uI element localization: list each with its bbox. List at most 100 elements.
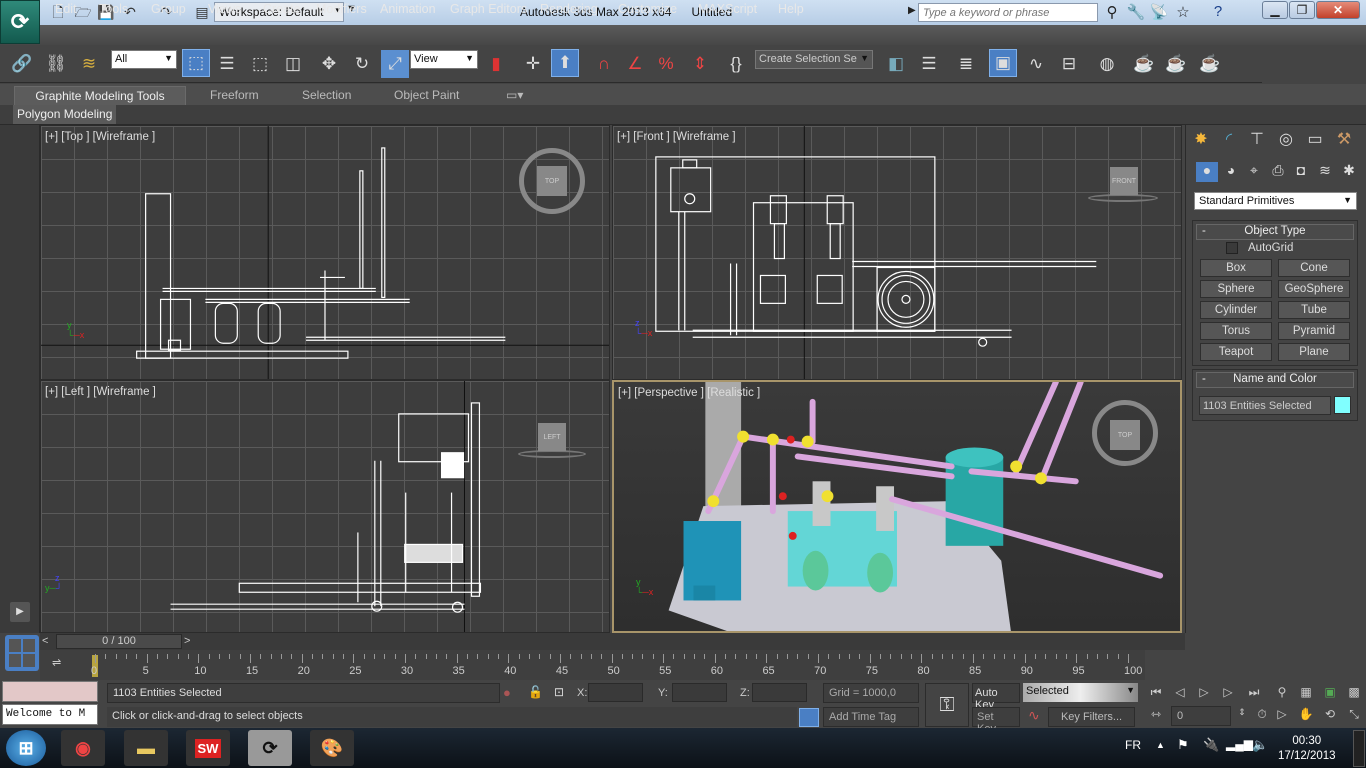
ribbon-options-icon[interactable]: ▭▾ (496, 86, 533, 106)
percent-snap-icon[interactable]: % (652, 50, 680, 78)
schematic-view-icon[interactable]: ⊟ (1055, 50, 1083, 78)
viewport-layout-button[interactable] (5, 635, 39, 671)
selection-filter-dropdown[interactable]: All (111, 50, 177, 69)
menu-maxscript[interactable]: MAXScript (698, 2, 757, 16)
create-icon[interactable]: ✸ (1187, 129, 1215, 153)
viewcube-ring[interactable] (1088, 194, 1158, 202)
plane-button[interactable]: Plane (1278, 343, 1350, 361)
scene-explorer-icon[interactable]: ▣ (989, 49, 1017, 77)
3dsmax-taskbar-icon[interactable]: ⟳ (248, 730, 292, 766)
power-icon[interactable]: 🔌 (1203, 737, 1219, 753)
auto-key-button[interactable]: Auto Key (972, 683, 1020, 711)
menu-views[interactable]: Views (208, 2, 241, 16)
menu-tools[interactable]: Tools (99, 2, 128, 16)
pan-view-icon[interactable]: ✋ (1296, 707, 1316, 725)
rectangular-selection-icon[interactable]: ⬚ (246, 50, 274, 78)
select-by-name-icon[interactable]: ☰ (213, 50, 241, 78)
systems-icon[interactable]: ✱ (1338, 162, 1360, 182)
key-icon[interactable]: 🔧 (1125, 3, 1147, 21)
viewport-label[interactable]: [+] [Top ] [Wireframe ] (45, 131, 155, 143)
isolate-selection-icon[interactable]: ● (503, 685, 511, 700)
goto-end-icon[interactable]: ⏭ (1244, 685, 1264, 703)
reference-coord-dropdown[interactable]: View (410, 50, 478, 69)
menu-edit[interactable]: Edit (55, 2, 77, 16)
modify-icon[interactable]: ◜ (1215, 129, 1243, 153)
satellite-icon[interactable]: 📡 (1148, 3, 1170, 21)
cameras-icon[interactable]: ⎙ (1267, 162, 1289, 182)
field-of-view-icon[interactable]: ▷ (1272, 707, 1292, 725)
system-clock[interactable]: 00:30 17/12/2013 (1278, 734, 1336, 764)
object-color-swatch[interactable] (1334, 396, 1351, 414)
selection-lock-icon[interactable]: 🔓 (528, 685, 543, 699)
time-slider[interactable]: 0 / 100 (56, 634, 182, 649)
shapes-icon[interactable]: ◕ (1220, 162, 1242, 182)
select-and-scale-icon[interactable]: ⤢ (381, 50, 409, 78)
restore-button[interactable]: ❐ (1289, 1, 1315, 19)
angle-snap-icon[interactable]: ∠ (621, 50, 649, 78)
curve-editor-icon[interactable]: ∿ (1022, 50, 1050, 78)
maxscript-listener-output[interactable]: Welcome to M (2, 704, 98, 725)
select-and-rotate-icon[interactable]: ↻ (348, 50, 376, 78)
action-center-icon[interactable]: ⚑ (1177, 737, 1189, 753)
paint-taskbar-icon[interactable]: 🎨 (310, 730, 354, 766)
application-button[interactable]: ⟳ (0, 0, 40, 44)
torus-button[interactable]: Torus (1200, 322, 1272, 340)
menu-create[interactable]: Create (263, 2, 301, 16)
viewport-label[interactable]: [+] [Left ] [Wireframe ] (45, 386, 156, 398)
named-selection-dropdown[interactable]: Create Selection Se (755, 50, 873, 69)
lights-icon[interactable]: ⌖ (1243, 162, 1265, 182)
absolute-mode-icon[interactable]: ⊡ (554, 685, 564, 699)
tube-button[interactable]: Tube (1278, 301, 1350, 319)
play-icon[interactable]: ▷ (1194, 685, 1214, 703)
set-key-icon[interactable]: ⚿ (925, 683, 969, 727)
rendered-frame-window-icon[interactable]: ☕ (1162, 50, 1190, 78)
display-icon[interactable]: ▭ (1301, 129, 1329, 153)
render-production-icon[interactable]: ☕ (1196, 50, 1224, 78)
box-button[interactable]: Box (1200, 259, 1272, 277)
menu-help[interactable]: Help (778, 2, 804, 16)
menu-graph-editors[interactable]: Graph Editors (450, 2, 527, 16)
polygon-modeling-panel[interactable]: Polygon Modeling (13, 105, 117, 124)
menu-animation[interactable]: Animation (380, 2, 436, 16)
space-warps-icon[interactable]: ≋ (1314, 162, 1336, 182)
star-icon[interactable]: ☆ (1172, 3, 1194, 21)
viewcube[interactable]: FRONT (1110, 167, 1138, 195)
show-desktop-button[interactable] (1353, 730, 1365, 767)
viewport-front[interactable]: [+] [Front ] [Wireframe ] FRONT z └─x (612, 125, 1182, 380)
zoom-extents-icon[interactable]: ▣ (1320, 685, 1340, 703)
search-expand-icon[interactable]: ▶ (908, 5, 916, 16)
language-indicator[interactable]: FR (1125, 738, 1141, 752)
viewport-label[interactable]: [+] [Front ] [Wireframe ] (617, 131, 736, 143)
tab-graphite-modeling-tools[interactable]: Graphite Modeling Tools (14, 86, 186, 106)
bind-space-warp-icon[interactable]: ≋ (75, 50, 103, 78)
frame-spinner-icon[interactable]: ⇕ (1232, 707, 1252, 725)
tab-freeform[interactable]: Freeform (200, 86, 269, 106)
goto-start-icon[interactable]: ⏮ (1146, 685, 1166, 703)
orbit-icon[interactable]: ⟲ (1320, 707, 1340, 725)
z-coordinate-field[interactable] (752, 683, 807, 702)
layer-manager-icon[interactable]: ≣ (952, 50, 980, 78)
file-explorer-taskbar-icon[interactable]: ▬ (124, 730, 168, 766)
time-tag-icon[interactable] (799, 708, 819, 727)
menu-customize[interactable]: Customize (618, 2, 677, 16)
geosphere-button[interactable]: GeoSphere (1278, 280, 1350, 298)
teapot-button[interactable]: Teapot (1200, 343, 1272, 361)
maxscript-listener-input[interactable] (2, 681, 98, 702)
unlink-icon[interactable]: ⛓ (42, 50, 70, 78)
primitive-category-dropdown[interactable]: Standard Primitives ▼ (1194, 192, 1357, 210)
keyboard-shortcut-override-icon[interactable]: ⬆ (551, 49, 579, 77)
menu-rendering[interactable]: Rendering (540, 2, 598, 16)
object-name-input[interactable] (1199, 396, 1331, 415)
viewport-perspective[interactable]: [+] [Perspective ] [Realistic ] TOP y └─x (612, 380, 1182, 633)
binoculars-icon[interactable]: ⚲ (1101, 3, 1123, 21)
viewcube-ring[interactable] (518, 450, 586, 458)
set-key-button[interactable]: Set Key (972, 707, 1020, 735)
pivot-center-icon[interactable]: ▮ (482, 50, 510, 78)
motion-icon[interactable]: ◎ (1272, 129, 1300, 153)
key-mode-dropdown[interactable]: Selected ▼ (1023, 683, 1138, 702)
menu-group[interactable]: Group (151, 2, 186, 16)
windows-start-button[interactable]: ⊞ (6, 730, 46, 766)
tab-selection[interactable]: Selection (292, 86, 361, 106)
maximize-viewport-icon[interactable]: ⤡ (1344, 707, 1364, 725)
utilities-icon[interactable]: ⚒ (1330, 129, 1358, 153)
